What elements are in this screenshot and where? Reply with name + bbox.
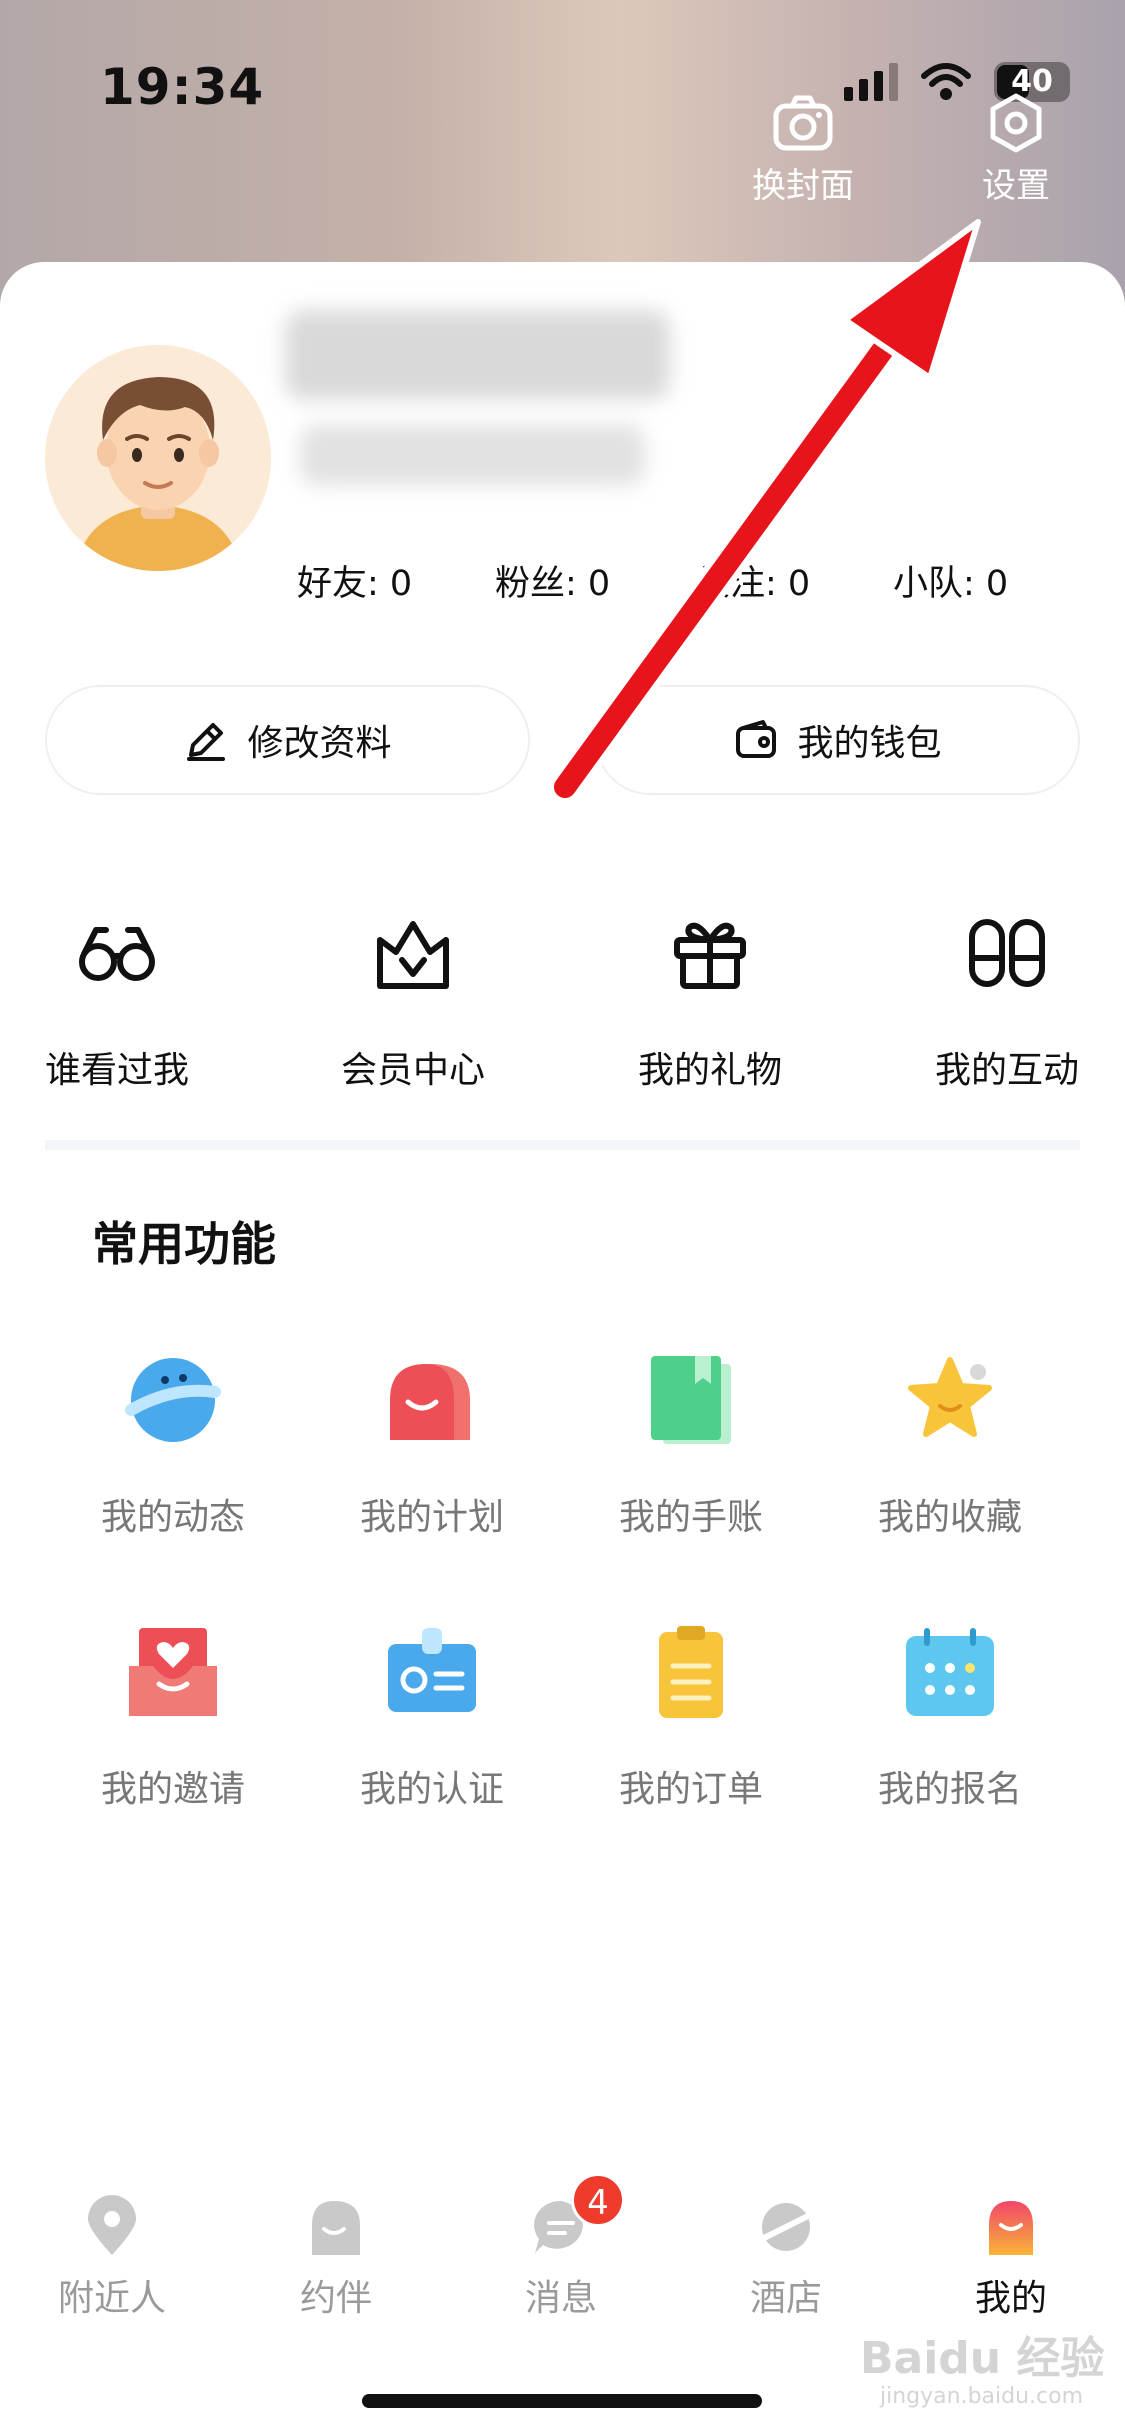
location-pin-icon	[88, 2195, 136, 2255]
stat-fans[interactable]: 粉丝: 0	[495, 555, 610, 606]
func-my-journal[interactable]: 我的手账	[581, 1350, 801, 1540]
stat-squad[interactable]: 小队: 0	[893, 555, 1008, 606]
quick-action-interactions[interactable]: 我的互动	[897, 910, 1117, 1093]
blurred-username	[285, 310, 670, 400]
camera-icon	[773, 95, 833, 151]
glasses-icon	[79, 927, 155, 981]
func-my-orders[interactable]: 我的订单	[581, 1622, 801, 1812]
watermark-brand: Baidu 经验	[860, 2333, 1105, 2384]
quick-action-label: 谁看过我	[44, 1050, 189, 1091]
func-label: 我的计划	[359, 1497, 504, 1538]
tab-me[interactable]: 我的	[921, 2195, 1101, 2321]
func-label: 我的邀请	[100, 1769, 245, 1810]
calendar-icon	[906, 1628, 994, 1716]
edit-profile-button[interactable]: 修改资料	[45, 685, 530, 795]
quick-action-visitors[interactable]: 谁看过我	[7, 910, 227, 1093]
change-cover-label: 换封面	[752, 166, 854, 206]
section-divider	[45, 1140, 1080, 1150]
profile-icon	[989, 2201, 1033, 2255]
func-label: 我的订单	[618, 1769, 763, 1810]
gift-icon	[674, 922, 746, 989]
func-my-plans[interactable]: 我的计划	[322, 1350, 542, 1540]
edit-profile-label: 修改资料	[247, 723, 392, 764]
func-label: 我的收藏	[877, 1497, 1022, 1538]
clipboard-icon	[659, 1626, 723, 1718]
invite-envelope-icon	[129, 1628, 217, 1716]
blurred-user-id	[300, 425, 645, 485]
wallet-label: 我的钱包	[797, 723, 942, 764]
func-my-invitations[interactable]: 我的邀请	[63, 1622, 283, 1812]
footprints-icon	[969, 919, 1045, 987]
wifi-icon	[921, 63, 971, 100]
wallet-icon	[736, 720, 777, 758]
star-icon	[908, 1357, 992, 1437]
func-my-registrations[interactable]: 我的报名	[840, 1622, 1060, 1812]
common-functions-title: 常用功能	[92, 1217, 276, 1271]
watermark-url: jingyan.baidu.com	[880, 2384, 1084, 2409]
tab-label: 我的	[974, 2278, 1047, 2319]
pencil-icon	[187, 723, 226, 761]
quick-action-label: 我的互动	[934, 1050, 1079, 1091]
avatar[interactable]	[45, 345, 271, 571]
unread-badge: 4	[571, 2173, 625, 2227]
quick-action-gifts[interactable]: 我的礼物	[600, 910, 820, 1093]
avatar-illustration	[45, 345, 271, 571]
settings-label: 设置	[982, 166, 1050, 206]
tab-label: 附近人	[57, 2278, 166, 2319]
quick-action-label: 我的礼物	[637, 1050, 782, 1091]
quick-action-membership[interactable]: 会员中心	[303, 910, 523, 1093]
id-badge-icon	[388, 1628, 476, 1712]
companion-icon	[312, 2201, 360, 2255]
stat-following[interactable]: 关注: 0	[695, 555, 810, 606]
hotel-planet-icon	[755, 2203, 817, 2251]
settings-hexagon-icon	[990, 93, 1042, 153]
change-cover-button[interactable]: 换封面	[752, 90, 854, 207]
profile-screen: 19:34 40 换封面 设置 好友: 0 粉丝: 0 关注: 0 小队: 0 …	[0, 0, 1125, 2436]
func-my-favorites[interactable]: 我的收藏	[840, 1350, 1060, 1540]
status-time: 19:34	[100, 58, 265, 116]
tab-hotels[interactable]: 酒店	[696, 2195, 876, 2321]
tab-companions[interactable]: 约伴	[246, 2195, 426, 2321]
planet-icon	[125, 1358, 221, 1442]
notebook-icon	[651, 1356, 731, 1444]
func-my-verification[interactable]: 我的认证	[322, 1622, 542, 1812]
func-label: 我的认证	[359, 1769, 504, 1810]
tab-label: 酒店	[749, 2278, 822, 2319]
tab-nearby[interactable]: 附近人	[22, 2195, 202, 2321]
stat-friends[interactable]: 好友: 0	[297, 555, 412, 606]
quick-action-label: 会员中心	[340, 1050, 485, 1091]
tab-label: 约伴	[299, 2278, 372, 2319]
tab-messages[interactable]: 4 消息	[471, 2173, 651, 2321]
func-label: 我的手账	[618, 1497, 763, 1538]
func-label: 我的动态	[100, 1497, 245, 1538]
home-indicator[interactable]	[362, 2394, 762, 2408]
tab-label: 消息	[524, 2278, 597, 2319]
settings-button[interactable]: 设置	[982, 90, 1050, 207]
wallet-button[interactable]: 我的钱包	[595, 685, 1080, 795]
crown-icon	[377, 921, 449, 989]
chat-bubbles-icon	[390, 1364, 470, 1440]
func-my-posts[interactable]: 我的动态	[63, 1350, 283, 1540]
func-label: 我的报名	[877, 1769, 1022, 1810]
